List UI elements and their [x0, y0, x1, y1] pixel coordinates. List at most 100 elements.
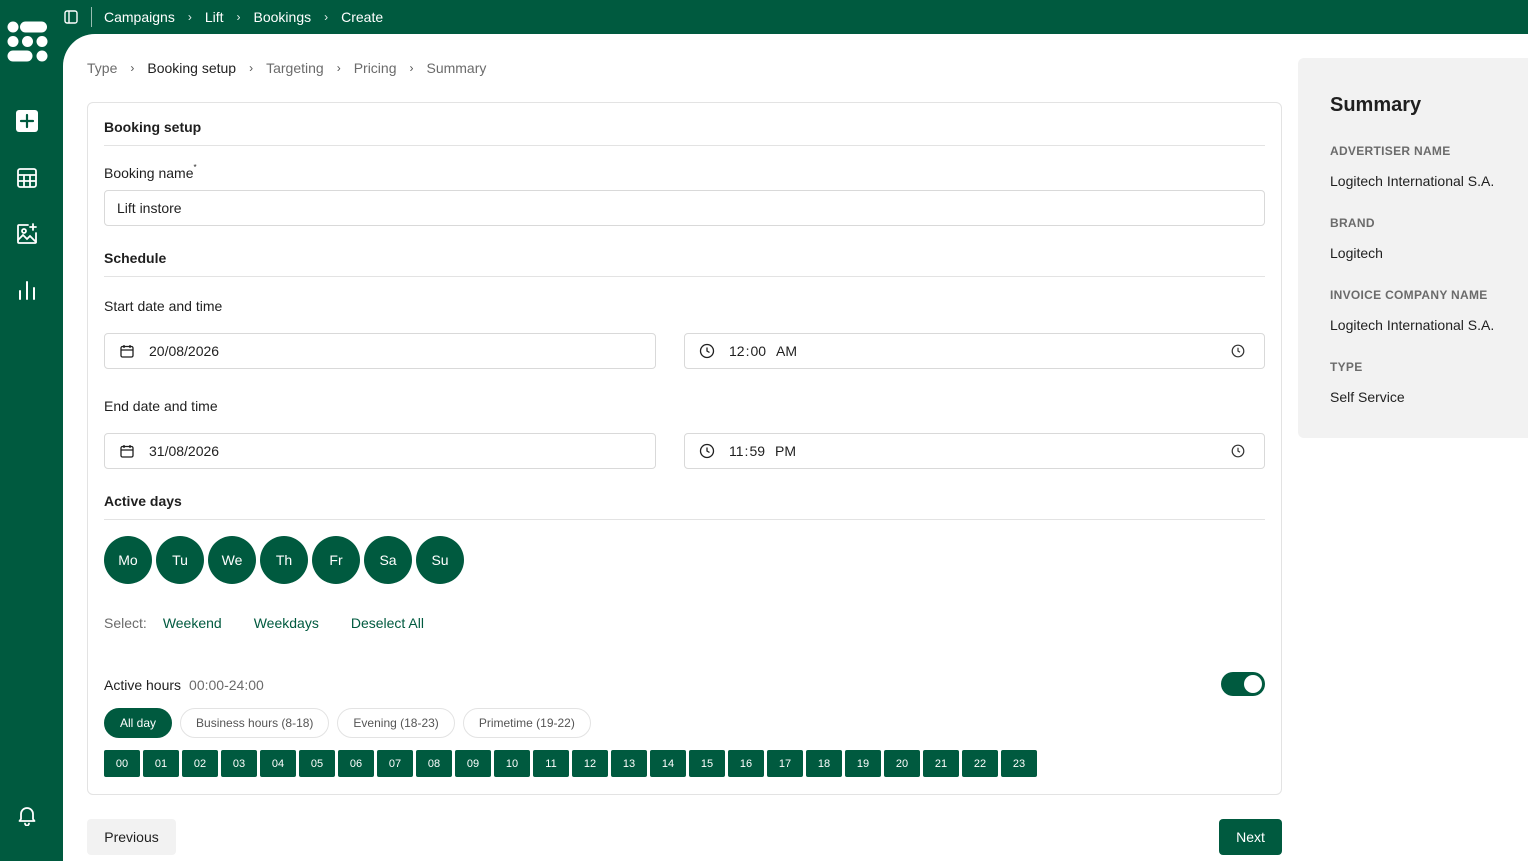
- hour-chip[interactable]: 20: [884, 750, 920, 777]
- left-rail: [0, 0, 63, 861]
- hour-chip[interactable]: 17: [767, 750, 803, 777]
- breadcrumb-bookings[interactable]: Bookings: [254, 9, 312, 25]
- hour-chip[interactable]: 06: [338, 750, 374, 777]
- day-toggle-thursday[interactable]: Th: [260, 536, 308, 584]
- hour-chip[interactable]: 23: [1001, 750, 1037, 777]
- hour-grid: 00 01 02 03 04 05 06 07 08 09 10 11 12 13 14 15 16 17 18 19…: [104, 750, 1037, 777]
- calendar-icon: [119, 443, 135, 459]
- step-pricing[interactable]: Pricing: [354, 60, 397, 76]
- hour-chip[interactable]: 03: [221, 750, 257, 777]
- booking-name-label: Booking name*: [104, 163, 197, 181]
- main-panel: Type › Booking setup › Targeting › Prici…: [63, 34, 1528, 861]
- sidebar-toggle-icon[interactable]: [63, 9, 79, 25]
- hour-chip[interactable]: 12: [572, 750, 608, 777]
- end-time-value: 11:59 PM: [729, 443, 797, 459]
- day-toggle-friday[interactable]: Fr: [312, 536, 360, 584]
- breadcrumb-create: Create: [341, 9, 384, 25]
- breadcrumb-lift[interactable]: Lift: [205, 9, 224, 25]
- start-date-label: Start date and time: [104, 298, 223, 314]
- hour-chip[interactable]: 04: [260, 750, 296, 777]
- wizard-steps: Type › Booking setup › Targeting › Prici…: [87, 60, 486, 76]
- end-date-input[interactable]: 31/08/2026: [104, 433, 656, 469]
- preset-all-day[interactable]: All day: [104, 708, 173, 738]
- calendar-icon: [119, 343, 135, 359]
- preset-evening[interactable]: Evening (18-23): [337, 708, 455, 738]
- hour-chip[interactable]: 21: [923, 750, 959, 777]
- summary-key-type: TYPE: [1330, 360, 1363, 374]
- end-time-input[interactable]: 11:59 PM: [684, 433, 1265, 469]
- hour-chip[interactable]: 19: [845, 750, 881, 777]
- chevron-right-icon: ›: [236, 10, 241, 24]
- divider: [91, 7, 92, 27]
- hour-chip[interactable]: 16: [728, 750, 764, 777]
- app-logo[interactable]: [7, 21, 48, 62]
- hour-presets: All day Business hours (8-18) Evening (1…: [104, 708, 591, 738]
- start-date-value: 20/08/2026: [149, 343, 220, 359]
- clock-icon[interactable]: [1230, 443, 1246, 459]
- hour-chip[interactable]: 18: [806, 750, 842, 777]
- start-date-input[interactable]: 20/08/2026: [104, 333, 656, 369]
- deselect-all-link[interactable]: Deselect All: [351, 615, 424, 631]
- clock-icon: [699, 343, 715, 359]
- preset-business-hours[interactable]: Business hours (8-18): [180, 708, 330, 738]
- add-icon[interactable]: [14, 108, 40, 134]
- hour-chip[interactable]: 13: [611, 750, 647, 777]
- day-quick-select: Select: Weekend Weekdays Deselect All: [104, 615, 456, 631]
- chevron-right-icon: ›: [130, 61, 135, 75]
- top-bar: Campaigns › Lift › Bookings › Create: [63, 0, 1528, 34]
- step-targeting[interactable]: Targeting: [266, 60, 324, 76]
- day-toggle-sunday[interactable]: Su: [416, 536, 464, 584]
- analytics-icon[interactable]: [14, 277, 40, 303]
- bell-icon[interactable]: [14, 802, 40, 828]
- booking-name-input[interactable]: Lift instore: [104, 190, 1265, 226]
- clock-icon[interactable]: [1230, 343, 1246, 359]
- start-time-input[interactable]: 12:00 AM: [684, 333, 1265, 369]
- active-hours-toggle[interactable]: [1221, 672, 1265, 696]
- summary-key-invoice-company: INVOICE COMPANY NAME: [1330, 288, 1488, 302]
- summary-key-advertiser: ADVERTISER NAME: [1330, 144, 1451, 158]
- next-button[interactable]: Next: [1219, 819, 1282, 855]
- hour-chip[interactable]: 07: [377, 750, 413, 777]
- hour-chip[interactable]: 14: [650, 750, 686, 777]
- required-mark: *: [193, 163, 197, 172]
- summary-value-type: Self Service: [1330, 389, 1405, 405]
- step-booking-setup[interactable]: Booking setup: [147, 60, 236, 76]
- hour-chip[interactable]: 11: [533, 750, 569, 777]
- summary-panel: Summary ADVERTISER NAME Logitech Interna…: [1298, 58, 1528, 438]
- hour-chip[interactable]: 09: [455, 750, 491, 777]
- chevron-right-icon: ›: [336, 61, 341, 75]
- select-weekdays-link[interactable]: Weekdays: [254, 615, 319, 631]
- day-toggle-wednesday[interactable]: We: [208, 536, 256, 584]
- day-toggle-monday[interactable]: Mo: [104, 536, 152, 584]
- summary-value-advertiser: Logitech International S.A.: [1330, 173, 1495, 189]
- select-weekend-link[interactable]: Weekend: [163, 615, 222, 631]
- summary-key-brand: BRAND: [1330, 216, 1375, 230]
- hour-chip[interactable]: 15: [689, 750, 725, 777]
- step-type[interactable]: Type: [87, 60, 117, 76]
- day-toggle-saturday[interactable]: Sa: [364, 536, 412, 584]
- breadcrumb-campaigns[interactable]: Campaigns: [104, 9, 175, 25]
- step-summary[interactable]: Summary: [426, 60, 486, 76]
- active-hours-header: Active hours 00:00-24:00: [104, 677, 264, 693]
- day-toggle-tuesday[interactable]: Tu: [156, 536, 204, 584]
- chevron-right-icon: ›: [324, 10, 329, 24]
- hour-chip[interactable]: 22: [962, 750, 998, 777]
- table-icon[interactable]: [14, 165, 40, 191]
- end-date-value: 31/08/2026: [149, 443, 220, 459]
- active-days-title: Active days: [104, 493, 182, 509]
- hour-chip[interactable]: 08: [416, 750, 452, 777]
- summary-value-brand: Logitech: [1330, 245, 1383, 261]
- hour-chip[interactable]: 05: [299, 750, 335, 777]
- previous-button[interactable]: Previous: [87, 819, 176, 855]
- schedule-title: Schedule: [104, 250, 167, 266]
- hour-chip[interactable]: 02: [182, 750, 218, 777]
- booking-name-value: Lift instore: [117, 200, 182, 216]
- hour-chip[interactable]: 00: [104, 750, 140, 777]
- chevron-right-icon: ›: [249, 61, 254, 75]
- chevron-right-icon: ›: [409, 61, 414, 75]
- hour-chip[interactable]: 10: [494, 750, 530, 777]
- preset-primetime[interactable]: Primetime (19-22): [462, 708, 591, 738]
- hour-chip[interactable]: 01: [143, 750, 179, 777]
- image-add-icon[interactable]: [14, 221, 40, 247]
- day-selector: Mo Tu We Th Fr Sa Su: [104, 536, 464, 584]
